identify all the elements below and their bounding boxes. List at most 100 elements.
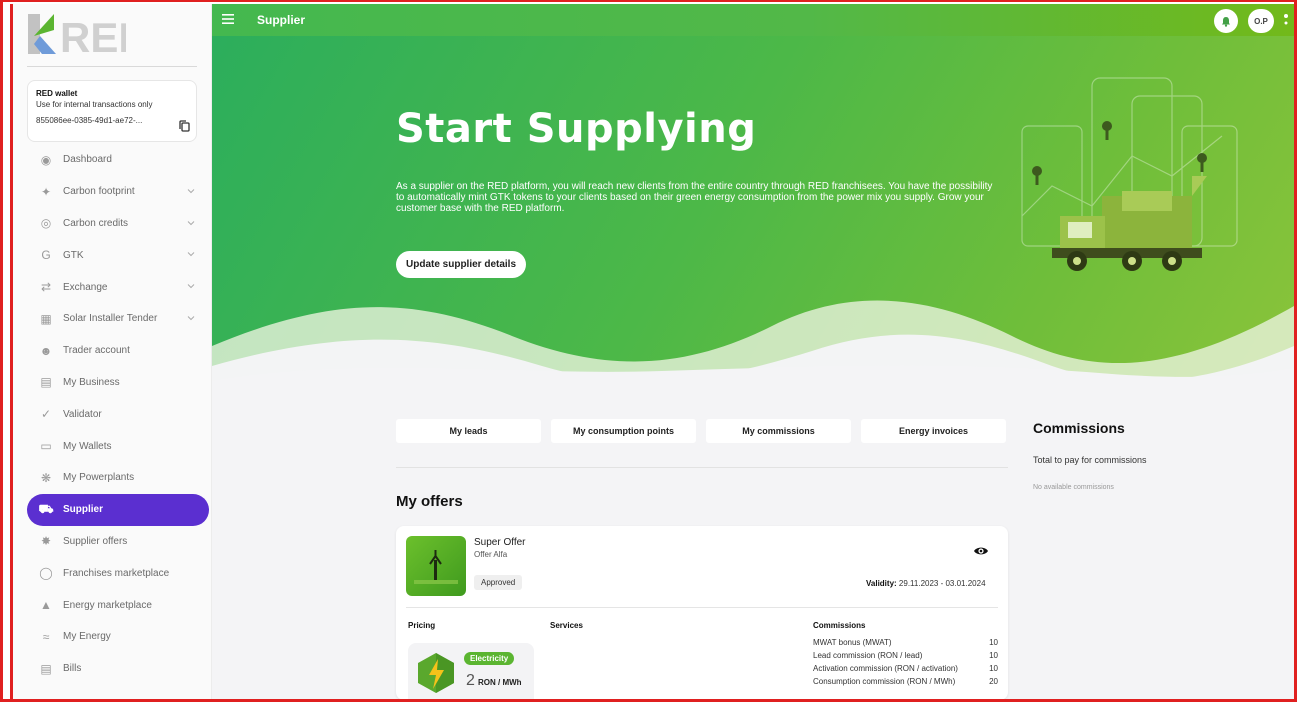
red-logo[interactable]: RED [26, 10, 126, 58]
chevron-down-icon [187, 188, 195, 194]
sidebar-item-carbon-footprint[interactable]: ✦ Carbon footprint [27, 176, 209, 208]
energy-icon: ≈ [42, 629, 50, 644]
tab-my-consumption-points[interactable]: My consumption points [551, 419, 696, 443]
commissions-empty-state: No available commissions [1033, 484, 1114, 491]
copy-icon[interactable] [179, 120, 190, 132]
sidebar-item-label: Bills [63, 663, 82, 675]
wallet-icon: ▭ [40, 439, 52, 454]
commission-label: Activation commission (RON / activation) [813, 664, 958, 673]
dashboard-icon: ◉ [40, 152, 52, 167]
tabs-divider [396, 467, 1008, 468]
tab-energy-invoices[interactable]: Energy invoices [861, 419, 1006, 443]
sidebar-item-label: Carbon credits [63, 217, 129, 229]
sidebar-item-supplier-offers[interactable]: ✸ Supplier offers [27, 526, 209, 558]
user-avatar[interactable]: O.P [1248, 9, 1274, 33]
price-unit: RON / MWh [478, 678, 522, 687]
sidebar-item-label: Franchises marketplace [63, 567, 170, 579]
commission-row: Consumption commission (RON / MWh) 20 [813, 675, 998, 688]
chevron-down-icon [187, 220, 195, 225]
offer-thumbnail [406, 536, 466, 596]
offer-subtitle: Offer Alfa [474, 550, 508, 559]
sidebar-item-my-powerplants[interactable]: ❋ My Powerplants [27, 462, 209, 494]
globe-icon: ◯ [39, 566, 53, 581]
sidebar-item-label: Supplier [63, 504, 104, 516]
hamburger-menu-icon[interactable] [222, 14, 234, 24]
sidebar-item-exchange[interactable]: ⇄ Exchange [27, 271, 209, 303]
check-icon: ✓ [40, 407, 52, 422]
sidebar-item-label: Dashboard [63, 154, 112, 166]
commission-row: Activation commission (RON / activation)… [813, 662, 998, 675]
top-bar: Supplier O.P [212, 4, 1294, 36]
tab-my-leads[interactable]: My leads [396, 419, 541, 443]
wallet-address: 855086ee-0385-49d1-ae72-... [36, 116, 143, 125]
gtk-icon: G [41, 248, 51, 263]
sidebar-item-trader-account[interactable]: ☻ Trader account [27, 335, 209, 367]
sidebar-nav: ◉ Dashboard ✦ Carbon footprint ◎ Carbon cre… [27, 144, 209, 685]
wallet-title: RED wallet [36, 89, 78, 98]
sidebar-item-label: My Powerplants [63, 472, 135, 484]
sidebar-item-my-business[interactable]: ▤ My Business [27, 367, 209, 399]
electricity-icon [418, 653, 454, 693]
view-offer-button[interactable] [970, 540, 992, 562]
main-content: My leads My consumption points My commis… [212, 416, 1294, 700]
hero-description: As a supplier on the RED platform, you w… [396, 181, 993, 214]
commission-value: 10 [989, 664, 998, 673]
solar-panel-icon: ▦ [40, 311, 52, 326]
powerplant-icon: ❋ [40, 470, 52, 485]
logo-divider [27, 66, 197, 67]
more-icon[interactable] [1282, 12, 1290, 28]
offer-card[interactable]: Super Offer Offer Alfa Approved Validity… [396, 526, 1008, 700]
commission-value: 10 [989, 638, 998, 647]
commission-label: Consumption commission (RON / MWh) [813, 677, 956, 686]
commissions-subtitle: Total to pay for commissions [1033, 455, 1147, 465]
offer-validity: Validity: 29.11.2023 - 03.01.2024 [866, 579, 986, 588]
chevron-down-icon [187, 252, 195, 257]
window-frame-left [10, 4, 13, 700]
card-divider [406, 607, 998, 608]
sidebar-item-label: Solar Installer Tender [63, 313, 158, 325]
svg-text:RED: RED [60, 14, 126, 58]
services-header: Services [550, 621, 583, 630]
footprint-icon: ✦ [40, 184, 52, 199]
notifications-button[interactable] [1214, 9, 1238, 33]
tab-my-commissions[interactable]: My commissions [706, 419, 851, 443]
sidebar-item-label: GTK [63, 249, 84, 261]
validity-label: Validity: [866, 579, 897, 588]
sidebar-item-label: Validator [63, 408, 102, 420]
commissions-header: Commissions [813, 621, 866, 630]
status-badge: Approved [474, 575, 523, 590]
sidebar-item-label: Carbon footprint [63, 186, 135, 198]
sidebar-item-gtk[interactable]: G GTK [27, 239, 209, 271]
eye-icon [974, 547, 988, 555]
truck-icon: ⛟ [38, 501, 54, 516]
sidebar-item-franchises-marketplace[interactable]: ◯ Franchises marketplace [27, 557, 209, 589]
sidebar-item-bills[interactable]: ▤ Bills [27, 653, 209, 685]
hero-banner: Start Supplying As a supplier on the RED… [212, 36, 1294, 416]
sidebar-item-solar-installer-tender[interactable]: ▦ Solar Installer Tender [27, 303, 209, 335]
update-supplier-details-button[interactable]: Update supplier details [396, 251, 527, 278]
sidebar-item-dashboard[interactable]: ◉ Dashboard [27, 144, 209, 176]
price-value: 2 [466, 672, 475, 689]
commission-label: Lead commission (RON / lead) [813, 651, 923, 660]
business-icon: ▤ [40, 375, 52, 390]
sidebar-item-label: My Wallets [63, 440, 112, 452]
sidebar-item-label: Energy marketplace [63, 599, 152, 611]
wave-decoration [212, 300, 1294, 416]
offers-section-title: My offers [396, 493, 463, 510]
basket-icon: ▲ [40, 598, 52, 613]
hero-title: Start Supplying [396, 106, 757, 152]
sidebar-item-my-energy[interactable]: ≈ My Energy [27, 621, 209, 653]
sidebar-item-label: My Business [63, 376, 120, 388]
sidebar-item-energy-marketplace[interactable]: ▲ Energy marketplace [27, 589, 209, 621]
pricing-electricity: Electricity 2 RON / MWh [408, 643, 534, 700]
delivery-truck-illustration [1021, 77, 1238, 271]
bill-icon: ▤ [40, 661, 52, 676]
sidebar-item-supplier[interactable]: ⛟ Supplier [27, 493, 209, 526]
sidebar-item-validator[interactable]: ✓ Validator [27, 398, 209, 430]
sidebar-item-carbon-credits[interactable]: ◎ Carbon credits [27, 208, 209, 240]
offer-thumbnail-icon [414, 550, 458, 584]
chevron-down-icon [187, 316, 195, 321]
sidebar-item-my-wallets[interactable]: ▭ My Wallets [27, 430, 209, 462]
sidebar-item-label: My Energy [63, 631, 111, 643]
validity-value: 29.11.2023 - 03.01.2024 [898, 579, 986, 588]
